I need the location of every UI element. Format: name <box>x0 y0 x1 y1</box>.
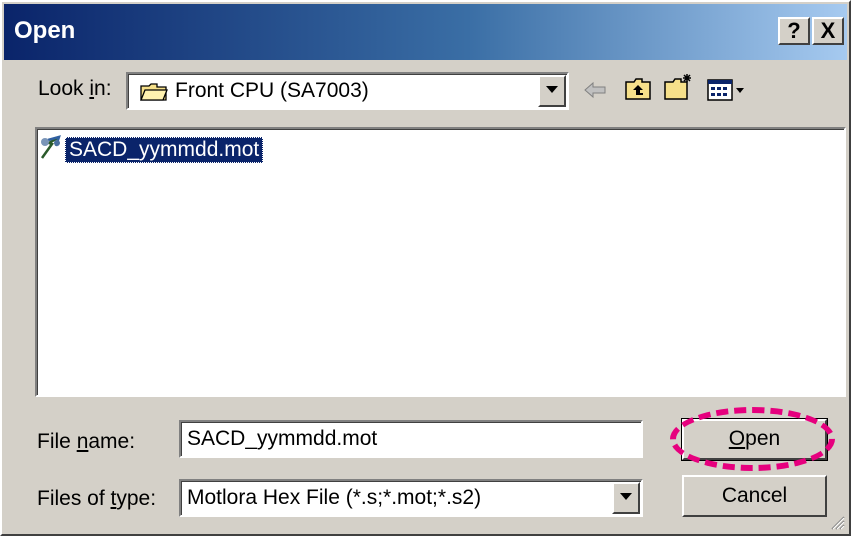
look-in-label: Look in: <box>38 77 112 100</box>
view-menu-icon[interactable] <box>707 78 747 102</box>
file-icon <box>40 135 61 159</box>
folder-icon <box>140 83 168 101</box>
help-button[interactable]: ? <box>778 17 810 45</box>
open-dialog: Open ? X Look in: Front CPU (SA7003) SAC… <box>0 0 851 536</box>
chevron-down-icon <box>620 493 632 500</box>
look-in-dropdown-button[interactable] <box>538 75 566 107</box>
new-folder-icon[interactable] <box>663 72 695 102</box>
title-bar[interactable]: Open ? X <box>4 4 847 60</box>
file-name-input[interactable]: SACD_yymmdd.mot <box>179 420 643 458</box>
open-button[interactable]: Open <box>681 418 828 461</box>
file-name-value: SACD_yymmdd.mot <box>187 427 378 450</box>
look-in-combobox[interactable]: Front CPU (SA7003) <box>126 72 569 110</box>
up-folder-icon[interactable] <box>624 76 652 102</box>
close-button[interactable]: X <box>812 17 844 45</box>
back-arrow-icon[interactable] <box>583 81 607 99</box>
file-type-label: Files of type: <box>37 487 157 510</box>
file-list[interactable]: SACD_yymmdd.mot <box>35 127 846 397</box>
look-in-value: Front CPU (SA7003) <box>175 79 369 102</box>
file-name-label: File name: <box>37 430 136 453</box>
file-type-select[interactable]: Motlora Hex File (*.s;*.mot;*.s2) <box>179 479 643 517</box>
cancel-button[interactable]: Cancel <box>682 475 827 517</box>
window-title: Open <box>14 17 76 44</box>
resize-grip-icon[interactable] <box>829 514 845 530</box>
chevron-down-icon <box>546 86 558 93</box>
list-item[interactable]: SACD_yymmdd.mot <box>37 133 297 167</box>
file-type-dropdown-button[interactable] <box>612 482 640 514</box>
file-name-label: SACD_yymmdd.mot <box>65 137 264 163</box>
file-type-value: Motlora Hex File (*.s;*.mot;*.s2) <box>187 486 482 509</box>
